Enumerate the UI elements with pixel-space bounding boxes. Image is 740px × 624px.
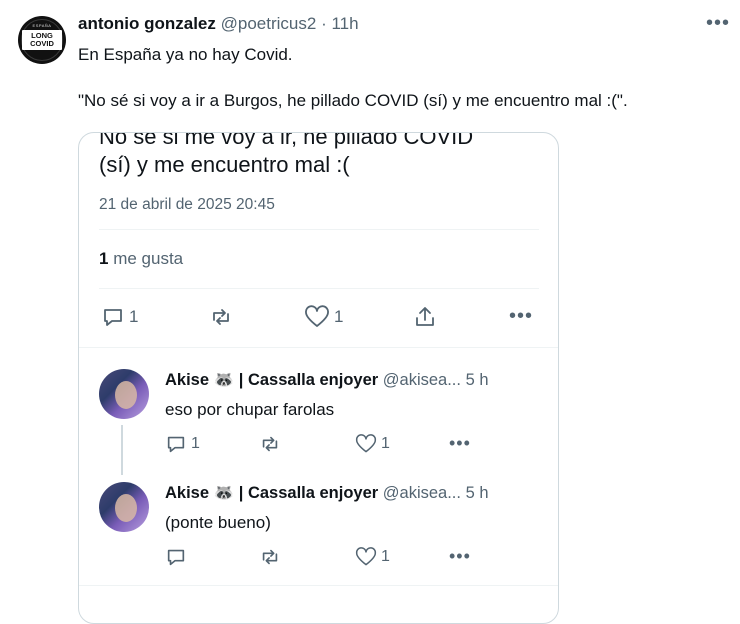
heart-icon bbox=[305, 305, 329, 327]
author-avatar[interactable]: ESPAÑA LONG COVID bbox=[18, 16, 66, 64]
share-button[interactable] bbox=[413, 305, 437, 329]
like-count: 1 bbox=[334, 307, 344, 326]
embedded-screenshot[interactable]: No sé si me voy a ir, he pillado COVID (… bbox=[78, 132, 559, 624]
heart-icon bbox=[355, 547, 377, 566]
retweet-icon bbox=[262, 549, 278, 565]
retweet-button[interactable] bbox=[259, 433, 281, 455]
reply-count: 1 bbox=[129, 307, 139, 326]
like-count: 1 bbox=[381, 435, 390, 452]
quoted-text-line: (sí) y me encuentro mal :( bbox=[99, 152, 350, 177]
reply-author-handle[interactable]: @akisea... bbox=[383, 371, 461, 389]
tweet-text: En España ya no hay Covid. "No sé si voy… bbox=[78, 43, 718, 113]
avatar-face bbox=[115, 494, 137, 522]
reply-text: (ponte bueno) bbox=[165, 513, 271, 532]
separator: · bbox=[321, 14, 327, 33]
reply-author-handle[interactable]: @akisea... bbox=[383, 484, 461, 502]
reply-text: eso por chupar farolas bbox=[165, 400, 335, 419]
reply-time[interactable]: 5 h bbox=[466, 371, 489, 389]
logo-text: LONG COVID bbox=[22, 30, 62, 50]
more-icon: ••• bbox=[449, 546, 471, 566]
avatar-face bbox=[115, 381, 137, 409]
like-button[interactable]: 1 bbox=[355, 433, 390, 455]
reply-header: Akise 🦝 | Cassalla enjoyer @akisea... 5 … bbox=[165, 484, 489, 503]
reply-icon bbox=[104, 309, 122, 326]
reply-author-name[interactable]: Akise 🦝 | Cassalla enjoyer bbox=[165, 371, 378, 389]
likes-summary[interactable]: 1 me gusta bbox=[99, 249, 183, 269]
reply-button[interactable]: 1 bbox=[165, 433, 200, 455]
more-actions-button[interactable]: ••• bbox=[449, 433, 471, 454]
more-icon: ••• bbox=[449, 433, 471, 453]
reply-button[interactable]: 1 bbox=[101, 305, 138, 329]
thread-line bbox=[121, 425, 123, 475]
reply-icon bbox=[167, 549, 185, 566]
divider bbox=[99, 288, 539, 289]
retweet-button[interactable] bbox=[259, 546, 281, 568]
tweet-time[interactable]: 11h bbox=[331, 14, 358, 33]
like-button[interactable]: 1 bbox=[355, 546, 390, 568]
author-handle[interactable]: @poetricus2 bbox=[221, 14, 317, 33]
divider bbox=[79, 347, 558, 348]
like-button[interactable]: 1 bbox=[304, 305, 343, 329]
post-date[interactable]: 21 de abril de 2025 20:45 bbox=[99, 196, 275, 214]
reply-header: Akise 🦝 | Cassalla enjoyer @akisea... 5 … bbox=[165, 371, 489, 390]
tweet-text-line: "No sé si voy a ir a Burgos, he pillado … bbox=[78, 91, 628, 110]
author-name[interactable]: antonio gonzalez bbox=[78, 14, 216, 33]
quoted-text-line: No sé si me voy a ir, he pillado COVID bbox=[99, 132, 474, 149]
reply-icon bbox=[167, 436, 185, 453]
more-icon: ••• bbox=[509, 305, 534, 327]
divider bbox=[99, 229, 539, 230]
likes-label: me gusta bbox=[113, 249, 184, 268]
like-count: 1 bbox=[381, 548, 390, 565]
logo-arc-text: ESPAÑA bbox=[32, 23, 52, 28]
share-icon bbox=[416, 307, 434, 326]
divider bbox=[79, 585, 558, 586]
heart-icon bbox=[355, 434, 377, 453]
reply-avatar[interactable] bbox=[99, 482, 149, 532]
reply-author-name[interactable]: Akise 🦝 | Cassalla enjoyer bbox=[165, 484, 378, 502]
retweet-button[interactable] bbox=[209, 305, 237, 329]
more-actions-button[interactable]: ••• bbox=[449, 546, 471, 567]
likes-count: 1 bbox=[99, 249, 109, 268]
retweet-icon bbox=[213, 309, 229, 325]
retweet-icon bbox=[262, 436, 278, 452]
reply-count: 1 bbox=[191, 435, 200, 452]
reply-avatar[interactable] bbox=[99, 369, 149, 419]
more-actions-button[interactable]: ••• bbox=[509, 305, 533, 328]
reply-button[interactable] bbox=[165, 546, 191, 568]
tweet-header: antonio gonzalez @poetricus2 · 11h bbox=[78, 14, 359, 34]
more-options-button[interactable]: ••• bbox=[706, 12, 730, 35]
reply-time[interactable]: 5 h bbox=[466, 484, 489, 502]
long-covid-logo: ESPAÑA LONG COVID bbox=[21, 19, 63, 61]
tweet-text-line: En España ya no hay Covid. bbox=[78, 45, 293, 64]
quoted-post-text: No sé si me voy a ir, he pillado COVID (… bbox=[99, 132, 558, 179]
